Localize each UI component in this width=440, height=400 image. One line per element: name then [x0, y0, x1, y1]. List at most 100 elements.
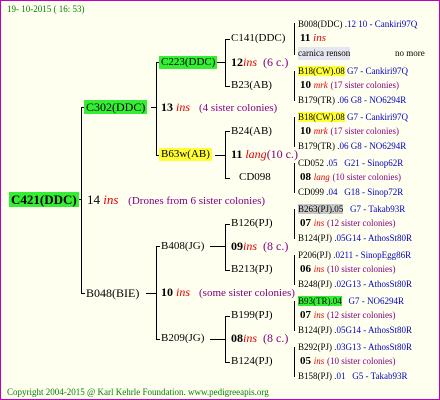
- b209-ins: ins: [243, 331, 258, 345]
- b048-node[interactable]: B048(BIE): [84, 286, 141, 300]
- b124b-suffix: .05: [334, 325, 346, 335]
- b63w-line: 11 lang(10 c.): [231, 148, 298, 161]
- b209-node[interactable]: B209(JG): [159, 332, 206, 345]
- connector: [294, 255, 295, 285]
- b126-ins: ins: [313, 218, 325, 228]
- b213-ins: ins: [313, 264, 325, 274]
- b93-id[interactable]: B93(TR): [298, 296, 331, 306]
- b199-node[interactable]: B199(PJ): [229, 309, 275, 322]
- c302-ins: ins: [176, 100, 191, 114]
- b158-id[interactable]: B158(PJ): [298, 371, 332, 381]
- b209-note: (8 c.): [263, 331, 289, 345]
- b24-year-line: 10 mrk (17 sister colonies): [300, 125, 399, 138]
- b179b-tag: G8 - NO6294R: [350, 141, 407, 151]
- b408-ins: ins: [243, 239, 258, 253]
- b63w-note: (10 c.): [266, 147, 299, 161]
- connector: [146, 293, 157, 294]
- b199-year: 07: [300, 309, 311, 321]
- b24-node[interactable]: B24(AB): [229, 125, 274, 138]
- b63w-node[interactable]: B63w(AB): [159, 148, 212, 161]
- b124c-node[interactable]: B124(PJ): [229, 355, 275, 368]
- b93-suffix: .04: [330, 296, 342, 306]
- b23-note: (17 sister colonies): [330, 80, 399, 90]
- cd098-ins: lang: [313, 172, 330, 182]
- b292-line: B292(PJ) .03G13 - AthosSt80R: [298, 341, 412, 354]
- c302-node[interactable]: C302(DDC): [84, 100, 148, 114]
- cd099-suffix: .04: [326, 187, 338, 197]
- b124a-tag: G14 - AthosSt80R: [345, 233, 413, 243]
- b248-id[interactable]: B248(PJ): [298, 279, 332, 289]
- b213-note: (10 sister colonies): [327, 264, 396, 274]
- carnica-more: no more: [395, 48, 425, 58]
- c141-year: 11: [300, 32, 311, 44]
- b048-line: 10 ins (some sister colonies): [161, 286, 295, 300]
- c141-node[interactable]: C141(DDC): [229, 32, 287, 45]
- b126-node[interactable]: B126(PJ): [229, 217, 275, 230]
- c302-note: (4 sister colonies): [199, 102, 278, 114]
- c141-ins: ins: [313, 32, 326, 44]
- connector: [294, 163, 295, 193]
- b248-suffix: .02: [334, 279, 346, 289]
- cd052-id[interactable]: CD052: [298, 158, 324, 168]
- p206-line: P206(PJ) .0211 - SinopEgg86R: [298, 249, 411, 262]
- b263-id[interactable]: B263(PJ): [298, 204, 333, 214]
- b179b-id[interactable]: B179(TR): [298, 141, 335, 151]
- b008-id[interactable]: B008(DDC): [298, 19, 343, 29]
- cd099-line: CD099 .04 G18 - Sinop72R: [298, 186, 403, 199]
- p206-tag: 11 - SinopEgg86R: [344, 250, 412, 260]
- connector: [210, 339, 226, 340]
- b179b-line: B179(TR) .06 G8 - NO6294R: [298, 140, 406, 153]
- b24-ins: mrk: [313, 126, 328, 136]
- b213-node[interactable]: B213(PJ): [229, 263, 275, 276]
- cd099-tag: G18 - Sinop72R: [344, 187, 404, 197]
- b63w-year: 11: [231, 147, 243, 161]
- cd098-note: (10 sister colonies): [332, 172, 401, 182]
- p206-id[interactable]: P206(PJ): [298, 250, 331, 260]
- b124a-suffix: .05: [334, 233, 346, 243]
- b124b-id[interactable]: B124(PJ): [298, 325, 332, 335]
- b179a-tag: G8 - NO6294R: [350, 95, 407, 105]
- b18a-id[interactable]: B18(CW): [298, 66, 334, 76]
- cd098-year-line: 08 lang (10 sister colonies): [300, 171, 401, 184]
- b158-tag: G5 - Takab93R: [352, 371, 408, 381]
- b179a-id[interactable]: B179(TR): [298, 95, 335, 105]
- c302-year: 13: [161, 100, 173, 114]
- connector: [217, 62, 226, 63]
- header-date: 19- 10-2015 ( 16: 53): [7, 4, 85, 14]
- b18b-id[interactable]: B18(CW): [298, 112, 334, 122]
- b126-year: 07: [300, 217, 311, 229]
- b124b-tag: G14 - AthosSt80R: [345, 325, 413, 335]
- c223-node[interactable]: C223(DDC): [159, 56, 218, 69]
- c141-line: 11 ins: [300, 32, 326, 45]
- connector: [156, 62, 157, 156]
- cd052-suffix: .05: [326, 158, 338, 168]
- b008-suffix: .12: [344, 19, 356, 29]
- b18a-suffix: .08: [333, 66, 345, 76]
- b24-year: 10: [300, 125, 311, 137]
- b292-tag: G13 - AthosSt80R: [345, 342, 413, 352]
- b263-tag: G7 - Takab93R: [350, 204, 406, 214]
- c223-ins: ins: [243, 55, 258, 69]
- b63w-ins: lang: [245, 147, 267, 161]
- b292-suffix: .03: [334, 342, 346, 352]
- b124c-note: (10 sister colonies): [327, 356, 396, 366]
- b124a-id[interactable]: B124(PJ): [298, 233, 332, 243]
- b248-line: B248(PJ) .02G13 - AthosSt80R: [298, 278, 412, 291]
- footer-copyright: Copyright 2004-2015 @ Karl Kehrle Founda…: [7, 387, 269, 397]
- pedigree-chart: 19- 10-2015 ( 16: 53) C421(DDC) 14 ins (…: [0, 0, 440, 400]
- root-node[interactable]: C421(DDC): [9, 192, 79, 207]
- b292-id[interactable]: B292(PJ): [298, 342, 332, 352]
- connector: [294, 71, 295, 101]
- cd098-node[interactable]: CD098: [237, 171, 273, 184]
- c223-year: 12: [231, 55, 243, 69]
- b126-note: (12 sister colonies): [327, 218, 396, 228]
- p206-suffix: .02: [333, 250, 345, 260]
- cd099-id[interactable]: CD099: [298, 187, 324, 197]
- b23-node[interactable]: B23(AB): [229, 79, 274, 92]
- b18a-tag: G7 - Cankiri97Q: [347, 66, 408, 76]
- b408-year: 09: [231, 239, 243, 253]
- b124c-year-line: 05 ins (10 sister colonies): [300, 355, 396, 368]
- b408-node[interactable]: B408(JG): [159, 240, 206, 253]
- b048-ins: ins: [176, 285, 191, 299]
- b408-line: 09ins (8 c.): [231, 240, 288, 253]
